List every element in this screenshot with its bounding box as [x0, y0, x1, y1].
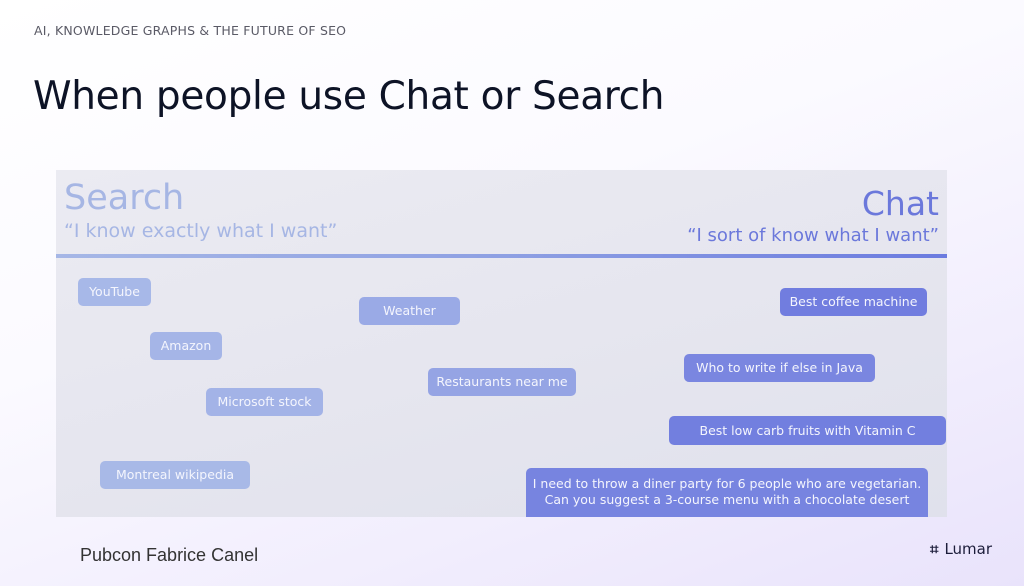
chat-subheading: “I sort of know what I want”	[687, 225, 939, 246]
search-subheading: “I know exactly what I want”	[64, 220, 338, 242]
query-chip: Amazon	[150, 332, 222, 360]
slide-title: When people use Chat or Search	[33, 74, 665, 119]
search-chat-spectrum-diagram: Search “I know exactly what I want” Chat…	[56, 170, 947, 517]
asterisk-hash-icon: ⌗	[930, 540, 939, 558]
brand-logo: ⌗ Lumar	[930, 540, 992, 558]
slide-kicker: AI, KNOWLEDGE GRAPHS & THE FUTURE OF SEO	[34, 23, 347, 38]
query-chip: Best low carb fruits with Vitamin C	[669, 416, 946, 445]
query-chip: Montreal wikipedia	[100, 461, 250, 489]
query-chip-long: I need to throw a diner party for 6 peop…	[526, 468, 928, 517]
query-chip: Restaurants near me	[428, 368, 576, 396]
query-chip: Who to write if else in Java	[684, 354, 875, 382]
brand-name: Lumar	[944, 540, 993, 558]
spectrum-divider	[56, 254, 947, 258]
chat-heading: Chat	[861, 184, 939, 223]
query-chip: Best coffee machine	[780, 288, 927, 316]
query-chip: Microsoft stock	[206, 388, 323, 416]
presenter-name: Pubcon Fabrice Canel	[80, 545, 259, 565]
query-chip: YouTube	[78, 278, 151, 306]
query-chip: Weather	[359, 297, 460, 325]
search-heading: Search	[64, 178, 185, 218]
